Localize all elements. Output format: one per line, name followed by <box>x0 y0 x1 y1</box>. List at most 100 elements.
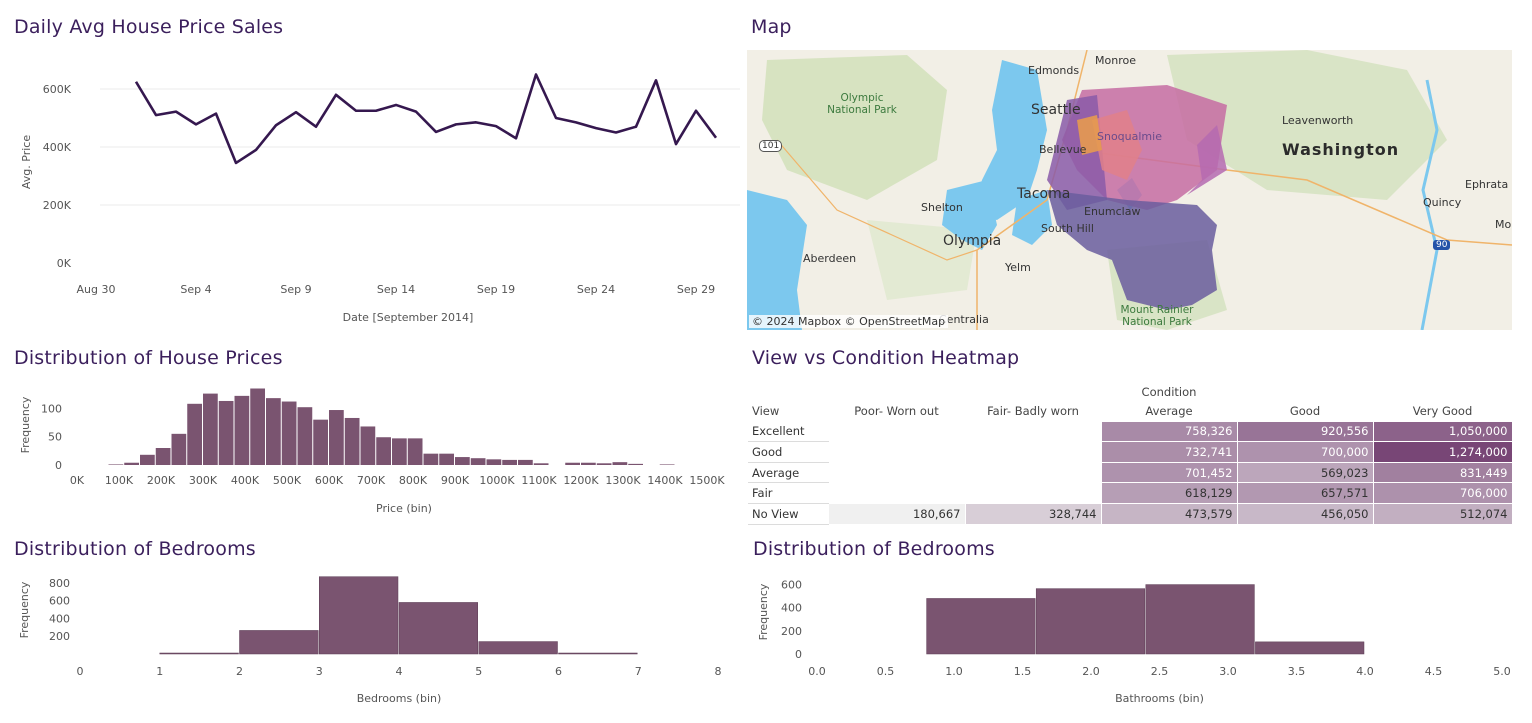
heatmap-table: View Poor- Worn out Fair- Badly worn Averag… <box>748 401 1513 525</box>
histogram-bar <box>171 433 187 465</box>
heatmap-row-label: Fair <box>748 482 828 504</box>
y-tick-label: 600K <box>43 83 72 96</box>
histogram-bar <box>329 410 344 465</box>
histogram-bar <box>234 395 250 465</box>
heatmap-cell[interactable] <box>827 482 966 504</box>
heatmap-cell[interactable] <box>964 420 1102 443</box>
x-tick-label: 6 <box>555 665 562 678</box>
x-tick-label: 2.5 <box>1151 665 1169 678</box>
map-title: Map <box>751 16 792 38</box>
heatmap-condition-title: Condition <box>1141 385 1197 399</box>
heatmap-cell[interactable]: 706,000 <box>1372 482 1513 504</box>
heatmap-cell[interactable]: 569,023 <box>1236 461 1374 484</box>
heatmap-cell[interactable]: 456,050 <box>1236 502 1374 525</box>
heatmap-cell[interactable]: 701,452 <box>1100 461 1238 484</box>
histogram-bar <box>297 407 313 465</box>
price-histogram-title: Distribution of House Prices <box>14 347 283 369</box>
histogram-bar <box>533 463 549 465</box>
heatmap-column-header: Fair- Badly worn <box>987 403 1079 418</box>
x-tick-label: 5.0 <box>1493 665 1511 678</box>
x-tick-label: 4.0 <box>1356 665 1374 678</box>
x-tick-label: 900K <box>441 474 470 487</box>
heatmap-cell[interactable]: 920,556 <box>1236 420 1374 443</box>
heatmap-cell[interactable]: 758,326 <box>1100 420 1238 443</box>
x-axis-label: Price (bin) <box>376 502 432 515</box>
map-label-edmonds: Edmonds <box>1028 64 1080 77</box>
view-condition-heatmap[interactable]: Condition View Poor- Worn out Fair- Badly … <box>748 380 1513 525</box>
heatmap-cell[interactable]: 618,129 <box>1100 482 1238 504</box>
x-tick-label: 500K <box>273 474 302 487</box>
y-tick-label: 0 <box>795 648 802 661</box>
map-label-olympic: Olympic National Park <box>827 92 897 116</box>
histogram-bar <box>628 463 643 465</box>
bathrooms-histogram[interactable]: 0.0 0.5 1.0 1.5 2.0 2.5 3.0 3.5 4.0 4.5 5.0 0 200 400… <box>745 570 1532 720</box>
x-tick-label: 300K <box>189 474 218 487</box>
heatmap-cell[interactable] <box>827 441 966 463</box>
heatmap-cell[interactable]: 328,744 <box>964 502 1102 525</box>
histogram-bar <box>439 453 454 465</box>
y-axis-label: Frequency <box>18 581 31 638</box>
heatmap-cell[interactable] <box>964 441 1102 463</box>
x-tick-label: 0.5 <box>877 665 895 678</box>
heatmap-cell[interactable]: 512,074 <box>1372 502 1513 525</box>
histogram-bar <box>159 652 239 655</box>
heatmap-cell[interactable]: 700,000 <box>1236 441 1374 463</box>
line-chart-title: Daily Avg House Price Sales <box>14 16 284 38</box>
bathrooms-histogram-title: Distribution of Bedrooms <box>753 538 995 560</box>
x-axis-label: Date [September 2014] <box>343 311 474 324</box>
histogram-bar <box>392 438 407 465</box>
bedrooms-histogram[interactable]: 0 1 2 3 4 5 6 7 8 200 400 600 800 Bedrooms (bin) Frequ… <box>0 570 740 720</box>
heatmap-cell[interactable]: 657,571 <box>1236 482 1374 504</box>
map-label-tacoma: Tacoma <box>1017 186 1071 202</box>
histogram-bar <box>155 448 171 465</box>
histogram-bar <box>470 458 486 465</box>
heatmap-cell[interactable] <box>827 461 966 484</box>
map-attribution[interactable]: © 2024 Mapbox © OpenStreetMap <box>749 315 949 328</box>
histogram-bar <box>455 457 470 465</box>
x-tick-label: 1.0 <box>945 665 963 678</box>
x-tick-label: Sep 24 <box>577 283 615 296</box>
map-label-shelton: Shelton <box>921 201 963 214</box>
histogram-bar <box>218 400 234 465</box>
histogram-bar <box>659 464 675 465</box>
histogram-bar <box>1145 584 1255 655</box>
histogram-bar <box>266 398 281 465</box>
price-histogram[interactable]: 0501000K 100K 200K 300K 400K 500K 600K 700K 800K… <box>0 380 740 520</box>
histogram-bar <box>203 393 218 465</box>
heatmap-cell[interactable]: 1,050,000 <box>1372 420 1513 443</box>
x-tick-label: 0.0 <box>808 665 826 678</box>
x-tick-label: 1500K <box>689 474 725 487</box>
y-tick-label: 600 <box>781 579 802 592</box>
heatmap-cell[interactable]: 473,579 <box>1100 502 1238 525</box>
x-tick-label: 1000K <box>479 474 515 487</box>
histogram-bar <box>565 462 580 465</box>
map-label-yelm: Yelm <box>1005 261 1031 274</box>
map-view[interactable]: Edmonds Monroe Olympic National Park Sea… <box>747 50 1512 330</box>
x-tick-label: 700K <box>357 474 386 487</box>
heatmap-cell[interactable]: 180,667 <box>827 502 966 525</box>
histogram-bar <box>558 652 638 655</box>
y-tick-label: 0 <box>55 459 62 472</box>
histogram-bar <box>518 459 533 465</box>
histogram-bar <box>124 462 139 465</box>
histogram-bar <box>581 462 596 465</box>
heatmap-cell[interactable]: 732,741 <box>1100 441 1238 463</box>
map-label-leavenworth: Leavenworth <box>1282 114 1354 127</box>
line-chart[interactable]: 0K 200K 400K 600K Aug 30 Sep 4 Sep 9 Sep 14 Sep … <box>0 50 745 335</box>
heatmap-cell[interactable]: 1,274,000 <box>1372 441 1513 463</box>
x-tick-label: 4 <box>396 665 403 678</box>
map-label-enumclaw: Enumclaw <box>1084 205 1141 218</box>
heatmap-cell[interactable] <box>964 482 1102 504</box>
heatmap-cell[interactable] <box>964 461 1102 484</box>
heatmap-row-header: View <box>752 404 780 419</box>
heatmap-cell[interactable] <box>827 420 966 443</box>
histogram-bar <box>313 419 328 465</box>
y-axis-label: Frequency <box>19 396 32 453</box>
x-axis-label: Bathrooms (bin) <box>1115 692 1204 705</box>
histogram-bar <box>239 630 319 655</box>
y-tick-label: 50 <box>48 431 62 444</box>
map-label-southhill: South Hill <box>1041 222 1094 235</box>
y-tick-label: 200 <box>49 630 70 643</box>
y-axis-label: Frequency <box>757 583 770 640</box>
heatmap-cell[interactable]: 831,449 <box>1372 461 1513 484</box>
